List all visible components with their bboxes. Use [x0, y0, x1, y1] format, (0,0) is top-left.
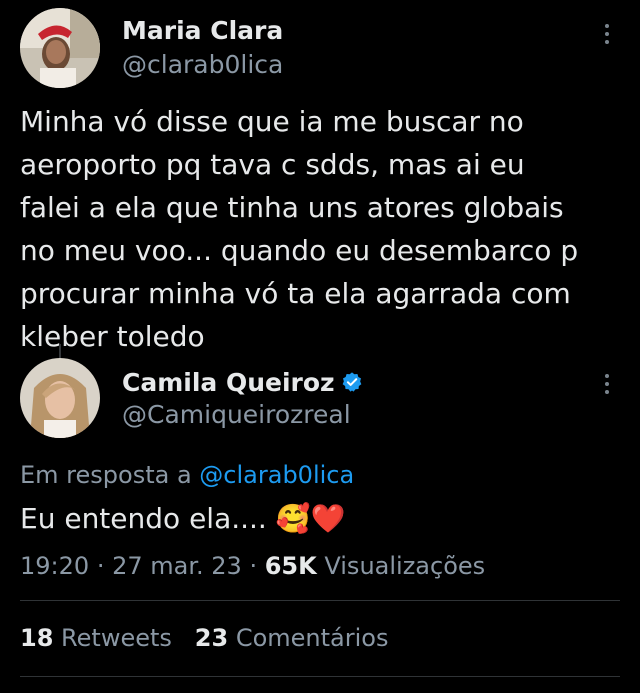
author-name[interactable]: Maria Clara	[122, 16, 283, 45]
reply-context: Em resposta a @clarab0lica	[20, 461, 354, 489]
avatar-maria-clara[interactable]	[20, 8, 100, 88]
more-vertical-icon[interactable]	[600, 24, 614, 48]
profile-photo-icon	[20, 358, 100, 438]
retweets-link[interactable]: 18 Retweets	[20, 624, 172, 652]
reply-mention-link[interactable]: @clarab0lica	[199, 461, 354, 489]
engagement-stats: 18 Retweets 23 Comentários	[20, 624, 388, 652]
tweet-text: Minha vó disse que ia me buscar no aerop…	[20, 105, 579, 353]
reply-text: Eu entendo ela.... 🥰❤️	[20, 502, 346, 535]
tweet-metadata: 19:20 · 27 mar. 23 · 65K Visualizações	[20, 552, 486, 580]
tweet-time[interactable]: 19:20	[20, 552, 89, 580]
views-count: 65K	[264, 552, 317, 580]
verified-badge-icon	[341, 370, 363, 399]
views-label: Visualizações	[324, 552, 486, 580]
more-vertical-icon[interactable]	[600, 374, 614, 398]
avatar-camila-queiroz[interactable]	[20, 358, 100, 438]
reply-author-name[interactable]: Camila Queiroz	[122, 368, 363, 399]
reply-author-handle[interactable]: @Camiqueirozreal	[122, 400, 351, 429]
comments-link[interactable]: 23 Comentários	[195, 624, 389, 652]
profile-photo-icon	[20, 8, 100, 88]
divider	[20, 676, 620, 677]
reply-prefix: Em resposta a	[20, 461, 192, 489]
divider	[20, 600, 620, 601]
author-handle[interactable]: @clarab0lica	[122, 50, 283, 79]
tweet-date[interactable]: 27 mar. 23	[112, 552, 242, 580]
emoji-smiling-hearts-and-heart: 🥰❤️	[275, 502, 346, 535]
